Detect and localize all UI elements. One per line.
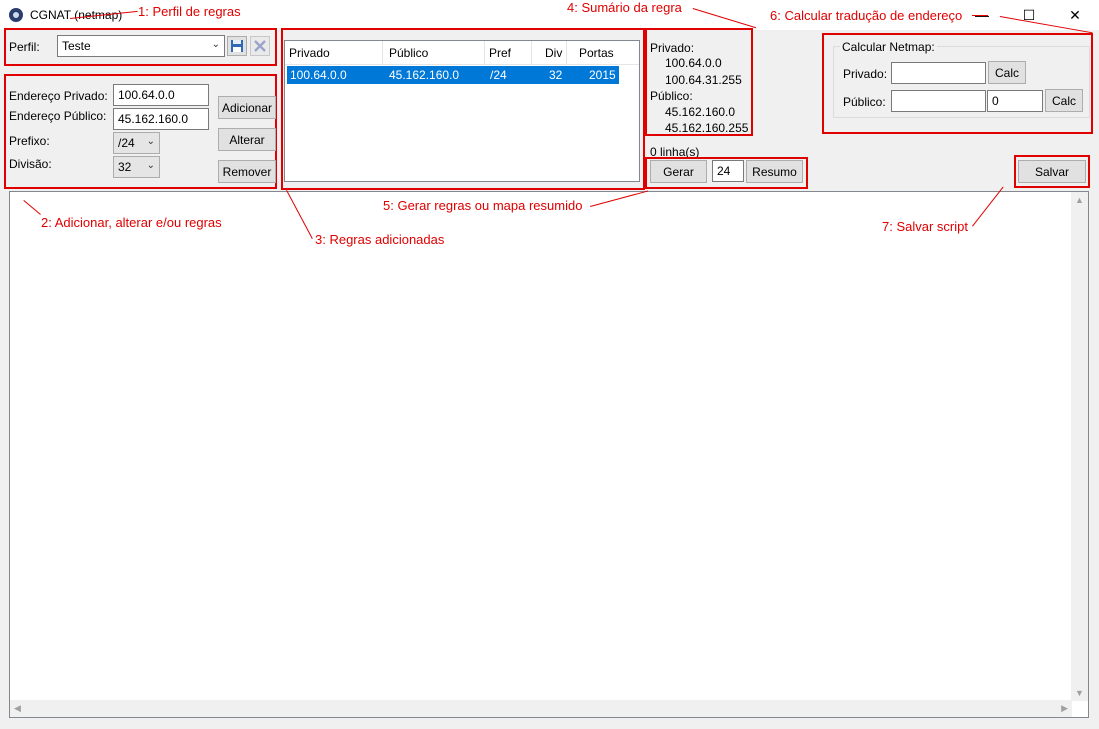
annotation-6: 6: Calcular tradução de endereço xyxy=(770,8,963,23)
annotation-4: 4: Sumário da regra xyxy=(567,0,682,15)
calc-public-label: Público: xyxy=(843,95,886,109)
column-header-division[interactable]: Div xyxy=(545,41,567,65)
netmap-calc-title: Calcular Netmap: xyxy=(840,40,937,54)
profile-select-value: Teste xyxy=(62,39,91,53)
cell-private: 100.64.0.0 xyxy=(290,68,347,82)
profile-label: Perfil: xyxy=(9,40,40,54)
prefix-select-value: /24 xyxy=(118,136,135,150)
remove-rule-button[interactable]: Remover xyxy=(218,160,276,183)
summary-size-input[interactable]: 24 xyxy=(712,160,744,182)
table-row[interactable]: 100.64.0.0 45.162.160.0 /24 32 2015 xyxy=(287,66,619,84)
division-select-value: 32 xyxy=(118,160,132,174)
annotation-5: 5: Gerar regras ou mapa resumido xyxy=(383,198,583,213)
cell-ports: 2015 xyxy=(589,68,616,82)
annotation-3: 3: Regras adicionadas xyxy=(315,232,445,247)
private-address-input[interactable]: 100.64.0.0 xyxy=(113,84,209,106)
chevron-down-icon: ⌄ xyxy=(146,160,155,171)
chevron-down-icon: ⌄ xyxy=(211,39,220,50)
annotation-6-leader-a xyxy=(972,15,988,16)
app-logo-icon xyxy=(9,8,23,22)
column-header-public[interactable]: Público xyxy=(389,41,485,65)
calc-public-button[interactable]: Calc xyxy=(1045,89,1083,112)
scroll-down-icon[interactable]: ▼ xyxy=(1075,688,1084,698)
scroll-left-icon[interactable]: ◀ xyxy=(14,703,21,714)
cell-division: 32 xyxy=(549,68,563,82)
column-header-prefix[interactable]: Pref xyxy=(489,41,532,65)
rules-table-header: Privado Público Pref Div Portas xyxy=(285,41,639,65)
summary-private-start: 100.64.0.0 xyxy=(665,56,722,70)
profile-select[interactable]: Teste ⌄ xyxy=(57,35,225,57)
column-header-private[interactable]: Privado xyxy=(289,41,383,65)
rules-table[interactable]: Privado Público Pref Div Portas 100.64.0… xyxy=(284,40,640,182)
cell-public: 45.162.160.0 xyxy=(389,68,460,82)
delete-icon xyxy=(254,40,266,52)
save-profile-button[interactable] xyxy=(227,36,247,56)
scroll-right-icon[interactable]: ▶ xyxy=(1061,703,1068,714)
summary-public-end: 45.162.160.255 xyxy=(665,121,749,135)
horizontal-scrollbar[interactable]: ◀ ▶ xyxy=(10,700,1072,717)
public-address-label: Endereço Público: xyxy=(9,109,107,123)
prefix-label: Prefixo: xyxy=(9,134,50,148)
summary-private-end: 100.64.31.255 xyxy=(665,73,742,87)
vertical-scrollbar[interactable]: ▲ ▼ xyxy=(1071,192,1088,701)
script-output-textarea[interactable]: ▲ ▼ ◀ ▶ xyxy=(9,191,1089,718)
window-title: CGNAT (netmap) xyxy=(30,8,123,22)
division-label: Divisão: xyxy=(9,157,52,171)
calc-private-input[interactable] xyxy=(891,62,986,84)
summary-private-heading: Privado: xyxy=(650,41,695,55)
summary-button[interactable]: Resumo xyxy=(746,160,803,183)
column-header-ports[interactable]: Portas xyxy=(579,41,619,65)
edit-rule-button[interactable]: Alterar xyxy=(218,128,276,151)
public-address-input[interactable]: 45.162.160.0 xyxy=(113,108,209,130)
save-script-button[interactable]: Salvar xyxy=(1018,160,1086,183)
add-rule-button[interactable]: Adicionar xyxy=(218,96,276,119)
calc-port-input[interactable]: 0 xyxy=(987,90,1043,112)
calc-private-label: Privado: xyxy=(843,67,888,81)
annotation-1: 1: Perfil de regras xyxy=(138,4,241,19)
chevron-down-icon: ⌄ xyxy=(146,136,155,147)
scroll-up-icon[interactable]: ▲ xyxy=(1075,195,1084,205)
calc-public-input[interactable] xyxy=(891,90,986,112)
save-icon xyxy=(231,40,243,52)
private-address-label: Endereço Privado: xyxy=(9,89,108,103)
annotation-7: 7: Salvar script xyxy=(882,219,968,234)
division-select[interactable]: 32 ⌄ xyxy=(113,156,160,178)
summary-public-heading: Público: xyxy=(650,89,693,103)
annotation-2: 2: Adicionar, alterar e/ou regras xyxy=(41,215,222,230)
generate-button[interactable]: Gerar xyxy=(650,160,707,183)
maximize-button[interactable]: ☐ xyxy=(1006,0,1052,30)
calc-private-button[interactable]: Calc xyxy=(988,61,1026,84)
cell-prefix: /24 xyxy=(490,68,507,82)
summary-public-start: 45.162.160.0 xyxy=(665,105,736,119)
prefix-select[interactable]: /24 ⌄ xyxy=(113,132,160,154)
delete-profile-button[interactable] xyxy=(250,36,270,56)
